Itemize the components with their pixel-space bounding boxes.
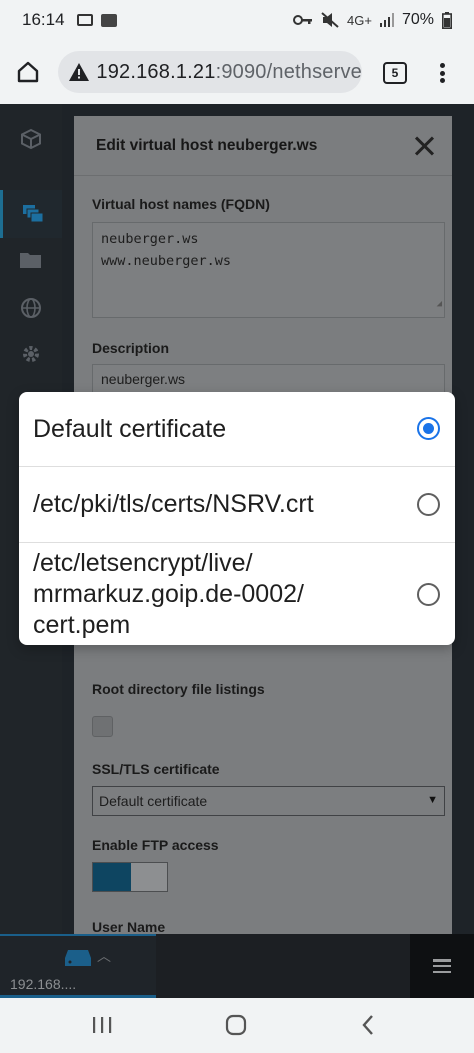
- warning-icon[interactable]: [68, 61, 90, 83]
- back-icon[interactable]: [358, 1012, 378, 1038]
- root-listing-label: Root directory file listings: [92, 681, 265, 697]
- nav-item-virtual-hosts[interactable]: [0, 190, 62, 238]
- vpn-key-icon: [293, 15, 313, 25]
- url-host: 192.168.1.21: [96, 60, 216, 83]
- home-icon[interactable]: [224, 1012, 248, 1038]
- tabs-button[interactable]: 5: [383, 62, 407, 84]
- picker-option-label: Default certificate: [33, 414, 227, 443]
- modal-header: Edit virtual host neuberger.ws: [74, 116, 452, 176]
- cockpit-dock: ︿ 192.168....: [0, 934, 474, 998]
- description-input[interactable]: neuberger.ws: [92, 364, 445, 394]
- home-button[interactable]: [0, 40, 56, 104]
- picker-option-label: /etc/pki/tls/certs/NSRV.crt: [33, 490, 314, 518]
- browser-toolbar: 192.168.1.21:9090/nethserve 5: [0, 40, 474, 104]
- layers-icon: [22, 205, 43, 223]
- ssl-selected-value: Default certificate: [99, 793, 208, 809]
- battery-icon: [442, 11, 452, 29]
- signal-icon: [379, 13, 394, 27]
- nav-item-network[interactable]: [0, 284, 62, 332]
- more-vert-icon[interactable]: [432, 60, 452, 86]
- network-type: 4G+: [347, 12, 372, 28]
- cube-icon: [21, 128, 41, 150]
- nav-item-settings[interactable]: [0, 330, 62, 378]
- screen-record-icon: [76, 14, 93, 26]
- battery-percent: 70%: [401, 11, 434, 28]
- modal-title: Edit virtual host neuberger.ws: [96, 136, 318, 154]
- nav-item-files[interactable]: [0, 236, 62, 284]
- radio-icon[interactable]: [417, 583, 440, 606]
- description-label: Description: [92, 340, 170, 356]
- hamburger-icon: [433, 959, 451, 973]
- chevron-up-icon[interactable]: ︿: [97, 946, 111, 966]
- dock-host-label: 192.168....: [10, 976, 77, 992]
- picker-option-letsencrypt[interactable]: /etc/letsencrypt/live/ mrmarkuz.goip.de-…: [19, 542, 455, 645]
- gmail-icon: [100, 13, 117, 27]
- resize-handle-icon[interactable]: ◢: [437, 293, 442, 315]
- dock-menu-button[interactable]: [410, 934, 474, 998]
- gear-icon: [23, 346, 39, 362]
- nav-item-dashboard[interactable]: [0, 115, 62, 163]
- username-label: User Name: [92, 919, 166, 934]
- recents-icon[interactable]: [90, 1012, 114, 1038]
- radio-selected-icon[interactable]: [417, 417, 440, 440]
- globe-icon: [21, 298, 41, 318]
- tab-count: 5: [391, 66, 399, 80]
- url-text[interactable]: 192.168.1.21:9090/nethserve: [96, 61, 362, 84]
- fqdn-line: neuberger.ws: [101, 231, 199, 247]
- ftp-toggle[interactable]: [92, 862, 168, 892]
- server-icon: [65, 950, 91, 966]
- picker-option-nsrv[interactable]: /etc/pki/tls/certs/NSRV.crt: [19, 466, 455, 542]
- url-path: :9090/nethserve: [215, 60, 362, 83]
- folder-icon: [20, 253, 41, 268]
- picker-option-label: /etc/letsencrypt/live/ mrmarkuz.goip.de-…: [33, 548, 304, 639]
- android-nav-bar: [0, 998, 474, 1053]
- status-time: 16:14: [22, 10, 65, 29]
- ssl-certificate-select[interactable]: Default certificate ▼: [92, 786, 445, 816]
- radio-icon[interactable]: [417, 493, 440, 516]
- fqdn-line: www.neuberger.ws: [101, 253, 232, 269]
- picker-option-default[interactable]: Default certificate: [19, 392, 455, 466]
- fqdn-label: Virtual host names (FQDN): [92, 196, 270, 212]
- url-bar[interactable]: 192.168.1.21:9090/nethserve: [58, 51, 362, 93]
- ftp-label: Enable FTP access: [92, 837, 219, 853]
- root-listing-checkbox[interactable]: [92, 716, 113, 737]
- fqdn-textarea[interactable]: neuberger.ws www.neuberger.ws ◢: [92, 222, 445, 318]
- ssl-label: SSL/TLS certificate: [92, 761, 220, 777]
- close-icon[interactable]: [414, 136, 434, 156]
- home-icon: [17, 61, 39, 83]
- certificate-picker: Default certificate /etc/pki/tls/certs/N…: [19, 392, 455, 645]
- mute-icon: [321, 12, 339, 28]
- status-bar: 16:14 4G+ 70%: [0, 0, 474, 40]
- caret-down-icon: ▼: [427, 794, 438, 806]
- host-tab[interactable]: ︿ 192.168....: [0, 934, 156, 998]
